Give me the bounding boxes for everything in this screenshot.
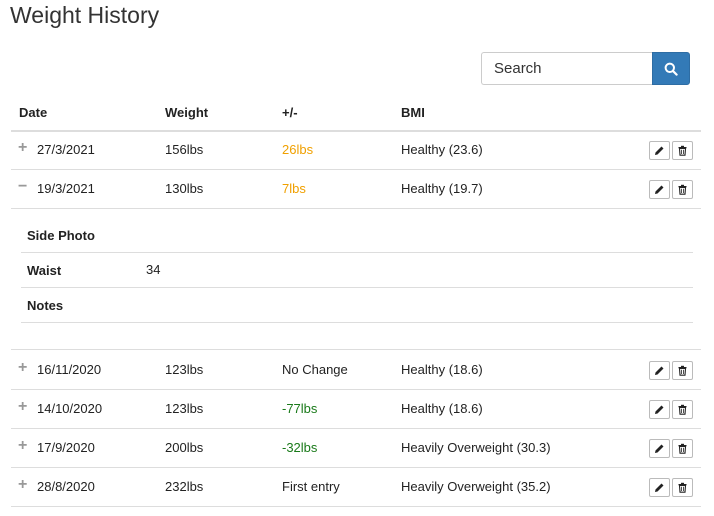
row-bmi: Healthy (19.7) (401, 181, 483, 196)
edit-button[interactable] (649, 141, 670, 160)
header-weight[interactable]: Weight (165, 105, 208, 120)
row-details: Side Photo Waist 34 Notes (11, 209, 701, 350)
table-header: Date Weight +/- BMI (11, 96, 701, 132)
row-actions (649, 478, 695, 497)
row-weight: 130lbs (165, 181, 204, 196)
row-change: 7lbs (282, 181, 306, 196)
delete-button[interactable] (672, 439, 693, 458)
row-change: First entry (282, 479, 340, 494)
trash-icon (678, 482, 687, 493)
detail-side-photo: Side Photo (21, 217, 693, 253)
table-row[interactable]: + 28/8/2020 232lbs First entry Heavily O… (11, 468, 701, 507)
expand-toggle[interactable]: + (18, 360, 30, 376)
row-bmi: Heavily Overweight (30.3) (401, 440, 551, 455)
table-row[interactable]: − 19/3/2021 130lbs 7lbs Healthy (19.7) (11, 170, 701, 209)
collapse-toggle[interactable]: − (18, 179, 30, 195)
pencil-icon (655, 185, 664, 194)
pencil-icon (655, 405, 664, 414)
row-weight: 123lbs (165, 362, 204, 377)
row-actions (649, 361, 695, 380)
search-input[interactable] (481, 52, 652, 85)
row-bmi: Heavily Overweight (35.2) (401, 479, 551, 494)
pencil-icon (655, 146, 664, 155)
row-weight: 123lbs (165, 401, 204, 416)
row-date: 17/9/2020 (37, 440, 95, 455)
detail-waist: Waist 34 (21, 252, 693, 288)
row-change: -77lbs (282, 401, 318, 416)
row-bmi: Healthy (18.6) (401, 362, 483, 377)
table-row[interactable]: + 27/3/2021 156lbs 26lbs Healthy (23.6) (11, 131, 701, 170)
row-actions (649, 400, 695, 419)
row-date: 16/11/2020 (37, 362, 102, 377)
search-group (481, 52, 690, 85)
detail-label: Side Photo (27, 228, 95, 243)
edit-button[interactable] (649, 439, 670, 458)
expand-toggle[interactable]: + (18, 477, 30, 493)
row-weight: 156lbs (165, 142, 204, 157)
table-row[interactable]: + 14/10/2020 123lbs -77lbs Healthy (18.6… (11, 390, 701, 429)
page-title: Weight History (10, 2, 160, 28)
row-actions (649, 439, 695, 458)
row-change: No Change (282, 362, 348, 377)
detail-notes: Notes (21, 287, 693, 323)
pencil-icon (655, 483, 664, 492)
row-date: 14/10/2020 (37, 401, 103, 416)
trash-icon (678, 404, 687, 415)
header-date[interactable]: Date (19, 105, 47, 120)
pencil-icon (655, 444, 664, 453)
row-actions (649, 141, 695, 160)
table-row[interactable]: + 16/11/2020 123lbs No Change Healthy (1… (11, 351, 701, 390)
trash-icon (678, 443, 687, 454)
edit-button[interactable] (649, 361, 670, 380)
row-bmi: Healthy (23.6) (401, 142, 483, 157)
row-weight: 200lbs (165, 440, 204, 455)
edit-button[interactable] (649, 400, 670, 419)
trash-icon (678, 184, 687, 195)
edit-button[interactable] (649, 180, 670, 199)
delete-button[interactable] (672, 361, 693, 380)
search-icon (664, 62, 678, 76)
delete-button[interactable] (672, 180, 693, 199)
trash-icon (678, 365, 687, 376)
expand-toggle[interactable]: + (18, 399, 30, 415)
delete-button[interactable] (672, 141, 693, 160)
row-bmi: Healthy (18.6) (401, 401, 483, 416)
header-change[interactable]: +/- (282, 105, 298, 120)
row-date: 27/3/2021 (37, 142, 95, 157)
detail-value: 34 (146, 262, 161, 277)
expand-toggle[interactable]: + (18, 438, 30, 454)
row-change: 26lbs (282, 142, 314, 157)
search-button[interactable] (652, 52, 690, 85)
detail-label: Waist (27, 263, 62, 278)
pencil-icon (655, 366, 664, 375)
table-row[interactable]: + 17/9/2020 200lbs -32lbs Heavily Overwe… (11, 429, 701, 468)
detail-label: Notes (27, 298, 64, 313)
trash-icon (678, 145, 687, 156)
delete-button[interactable] (672, 400, 693, 419)
row-actions (649, 180, 695, 199)
edit-button[interactable] (649, 478, 670, 497)
delete-button[interactable] (672, 478, 693, 497)
row-weight: 232lbs (165, 479, 204, 494)
row-change: -32lbs (282, 440, 318, 455)
header-bmi[interactable]: BMI (401, 105, 425, 120)
row-date: 28/8/2020 (37, 479, 95, 494)
expand-toggle[interactable]: + (18, 140, 30, 156)
row-date: 19/3/2021 (37, 181, 95, 196)
